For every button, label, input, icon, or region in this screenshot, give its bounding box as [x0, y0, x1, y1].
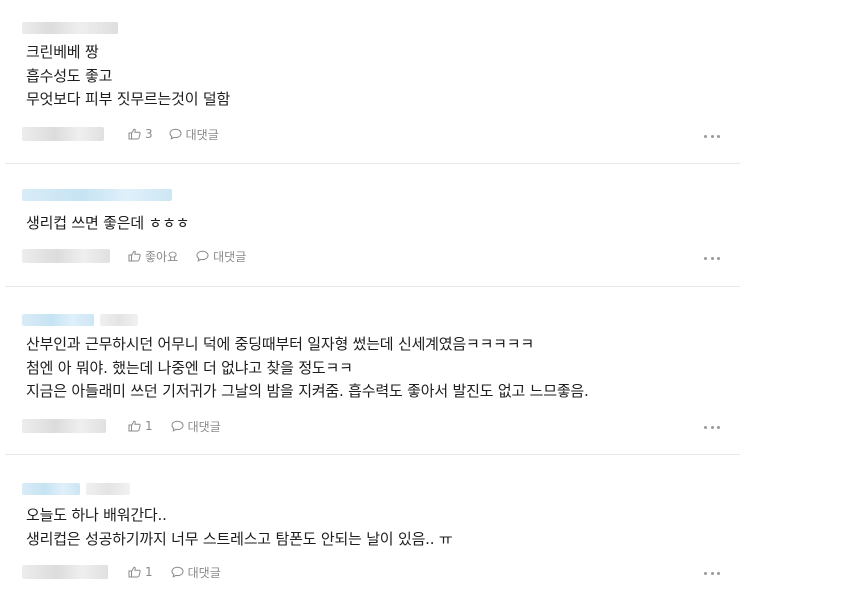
more-dots-icon[interactable] [704, 569, 720, 577]
comment-text: 크린베베 짱 흡수성도 좋고 무엇보다 피부 짓무르는것이 덜함 [26, 41, 230, 112]
blurred-date [22, 565, 108, 579]
thumbs-up-icon [128, 250, 141, 262]
like-button[interactable]: 3 [128, 127, 153, 141]
reply-label: 대댓글 [185, 127, 219, 142]
comment-line: 첨엔 아 뭐야. 했는데 나중엔 더 없냐고 찾을 정도ㅋㅋ [26, 358, 353, 377]
commenter-name[interactable] [22, 21, 118, 35]
blurred-username [22, 189, 172, 201]
reply-label: 대댓글 [187, 565, 221, 580]
blurred-username [22, 483, 80, 495]
like-button[interactable]: 좋아요 [128, 248, 178, 265]
thumbs-up-icon [128, 128, 141, 140]
comment-text: 산부인과 근무하시던 어무니 덕에 중딩때부터 일자형 썼는데 신세계였음ㅋㅋㅋ… [26, 333, 589, 404]
like-count: 1 [145, 565, 153, 579]
reply-label: 대댓글 [187, 419, 221, 434]
comment-meta: 1 대댓글 [22, 563, 221, 581]
comment-meta: 3 대댓글 [22, 125, 219, 143]
more-dots-icon[interactable] [704, 254, 720, 262]
reply-label: 대댓글 [213, 249, 247, 264]
speech-bubble-icon [171, 420, 184, 432]
comment-line: 생리컵은 성공하기까지 너무 스트레스고 탐폰도 안되는 날이 있음.. ㅠ [26, 529, 453, 548]
like-button[interactable]: 1 [128, 565, 153, 579]
blurred-date [22, 419, 106, 433]
blurred-username [22, 314, 94, 326]
comment-line: 생리컵 쓰면 좋은데 ㅎㅎㅎ [26, 214, 190, 232]
comment-line: 흡수성도 좋고 [26, 66, 113, 85]
reply-button[interactable]: 대댓글 [171, 564, 221, 581]
commenter-name[interactable] [22, 313, 138, 327]
commenter-name[interactable] [22, 188, 172, 202]
speech-bubble-icon [171, 566, 184, 578]
comment-line: 무엇보다 피부 짓무르는것이 덜함 [26, 90, 231, 108]
speech-bubble-icon [196, 250, 209, 262]
comment-item: 크린베베 짱 흡수성도 좋고 무엇보다 피부 짓무르는것이 덜함 3 대댓글 [0, 0, 740, 163]
comment-line: 오늘도 하나 배워간다.. [26, 506, 167, 524]
more-dots-icon[interactable] [704, 132, 720, 140]
comment-text: 생리컵 쓰면 좋은데 ㅎㅎㅎ [26, 212, 190, 236]
blurred-username [22, 22, 118, 34]
comment-line: 지금은 아들래미 쓰던 기저귀가 그날의 밤을 지켜줌. 흡수력도 좋아서 발진… [26, 382, 589, 400]
comment-item: 산부인과 근무하시던 어무니 덕에 중딩때부터 일자형 썼는데 신세계였음ㅋㅋㅋ… [0, 287, 740, 454]
reply-button[interactable]: 대댓글 [196, 248, 246, 265]
commenter-name[interactable] [22, 482, 130, 496]
blurred-date [22, 127, 104, 141]
like-button[interactable]: 1 [128, 419, 153, 433]
blurred-badge [86, 483, 130, 495]
comment-text: 오늘도 하나 배워간다.. 생리컵은 성공하기까지 너무 스트레스고 탐폰도 안… [26, 504, 453, 551]
thumbs-up-icon [128, 420, 141, 432]
like-count: 3 [145, 127, 153, 141]
comment-line: 산부인과 근무하시던 어무니 덕에 중딩때부터 일자형 썼는데 신세계였음ㅋㅋㅋ… [26, 335, 534, 353]
like-count: 1 [145, 419, 153, 433]
comment-item: 오늘도 하나 배워간다.. 생리컵은 성공하기까지 너무 스트레스고 탐폰도 안… [0, 455, 740, 599]
more-dots-icon[interactable] [704, 423, 720, 431]
comment-item: 생리컵 쓰면 좋은데 ㅎㅎㅎ 좋아요 대댓글 [0, 164, 740, 286]
reply-button[interactable]: 대댓글 [169, 126, 219, 143]
speech-bubble-icon [169, 128, 182, 140]
like-label: 좋아요 [145, 249, 179, 264]
comment-line: 크린베베 짱 [26, 43, 99, 61]
comment-meta: 1 대댓글 [22, 417, 221, 435]
reply-button[interactable]: 대댓글 [171, 418, 221, 435]
blurred-badge [100, 314, 138, 326]
comment-meta: 좋아요 대댓글 [22, 247, 246, 265]
blurred-date [22, 249, 110, 263]
thumbs-up-icon [128, 566, 141, 578]
